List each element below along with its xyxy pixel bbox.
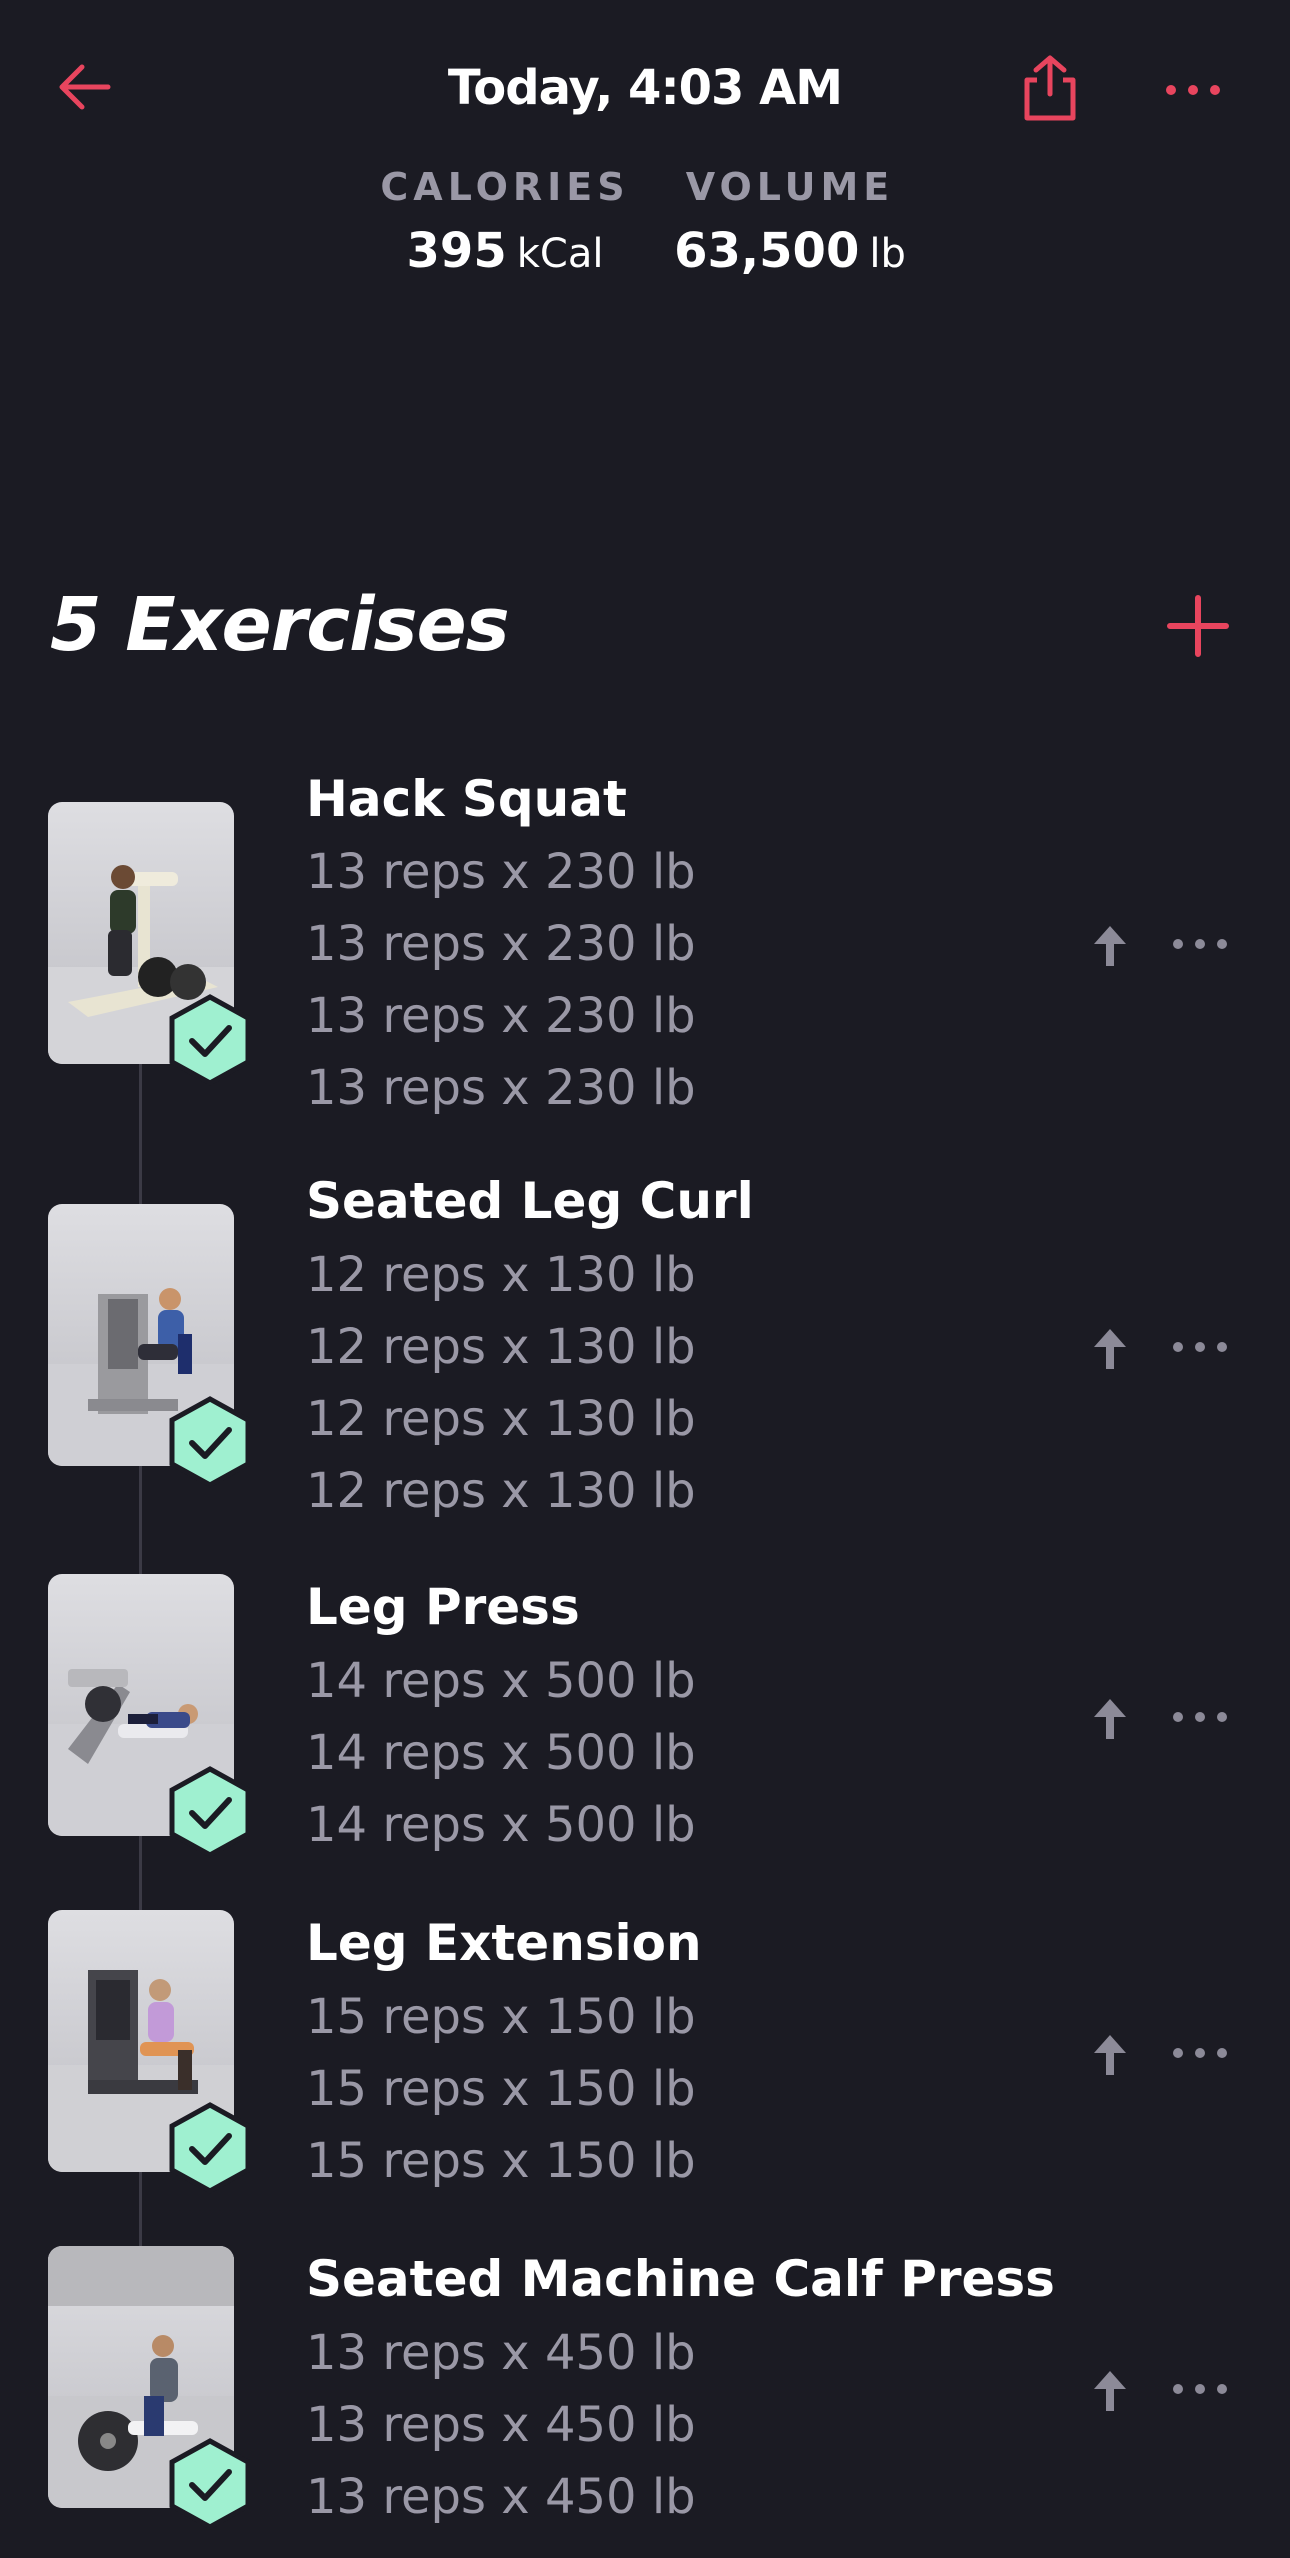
set-row: 14 reps x 500 lb	[306, 1725, 696, 1781]
completed-check-icon	[169, 994, 251, 1086]
exercise-name: Hack Squat	[306, 770, 627, 828]
move-up-arrow-icon[interactable]	[1090, 1695, 1130, 1743]
calories-unit: kCal	[516, 231, 604, 277]
set-row: 15 reps x 150 lb	[306, 2133, 696, 2189]
exercises-count-title: 5 Exercises	[50, 582, 510, 668]
move-up-arrow-icon[interactable]	[1090, 922, 1130, 970]
completed-check-icon	[169, 2438, 251, 2530]
more-options-icon[interactable]	[1172, 1335, 1228, 1359]
share-icon[interactable]	[1015, 52, 1085, 124]
add-exercise-plus-icon[interactable]	[1166, 594, 1230, 658]
move-up-arrow-icon[interactable]	[1090, 2367, 1130, 2415]
set-row: 13 reps x 230 lb	[306, 1060, 696, 1116]
more-options-icon[interactable]	[1172, 1705, 1228, 1729]
exercise-name: Seated Machine Calf Press	[306, 2250, 1055, 2308]
volume-label: VOLUME	[685, 165, 895, 209]
calories-stat: CALORIES 395 kCal	[380, 165, 630, 279]
calories-value: 395	[406, 223, 507, 279]
page-title: Today, 4:03 AM	[447, 60, 843, 116]
exercise-name: Leg Press	[306, 1578, 580, 1636]
more-options-icon[interactable]	[1172, 932, 1228, 956]
move-up-arrow-icon[interactable]	[1090, 2031, 1130, 2079]
set-row: 12 reps x 130 lb	[306, 1319, 696, 1375]
calories-label: CALORIES	[380, 165, 630, 209]
set-row: 13 reps x 230 lb	[306, 844, 696, 900]
volume-value: 63,500	[674, 223, 860, 279]
set-row: 12 reps x 130 lb	[306, 1463, 696, 1519]
set-row: 12 reps x 130 lb	[306, 1247, 696, 1303]
completed-check-icon	[169, 1766, 251, 1858]
completed-check-icon	[169, 2102, 251, 2194]
top-bar: Today, 4:03 AM	[0, 0, 1290, 180]
completed-check-icon	[169, 1396, 251, 1488]
volume-stat: VOLUME 63,500 lb	[670, 165, 910, 279]
set-row: 13 reps x 230 lb	[306, 988, 696, 1044]
set-row: 15 reps x 150 lb	[306, 2061, 696, 2117]
set-row: 13 reps x 230 lb	[306, 916, 696, 972]
set-row: 14 reps x 500 lb	[306, 1653, 696, 1709]
exercise-name: Seated Leg Curl	[306, 1172, 754, 1230]
more-options-icon[interactable]	[1172, 2041, 1228, 2065]
set-row: 15 reps x 150 lb	[306, 1989, 696, 2045]
move-up-arrow-icon[interactable]	[1090, 1325, 1130, 1373]
more-options-icon[interactable]	[1163, 70, 1223, 110]
set-row: 14 reps x 500 lb	[306, 1797, 696, 1853]
set-row: 12 reps x 130 lb	[306, 1391, 696, 1447]
more-options-icon[interactable]	[1172, 2377, 1228, 2401]
exercise-name: Leg Extension	[306, 1914, 702, 1972]
set-row: 13 reps x 450 lb	[306, 2397, 696, 2453]
set-row: 13 reps x 450 lb	[306, 2469, 696, 2525]
volume-unit: lb	[869, 231, 906, 277]
set-row: 13 reps x 450 lb	[306, 2325, 696, 2381]
